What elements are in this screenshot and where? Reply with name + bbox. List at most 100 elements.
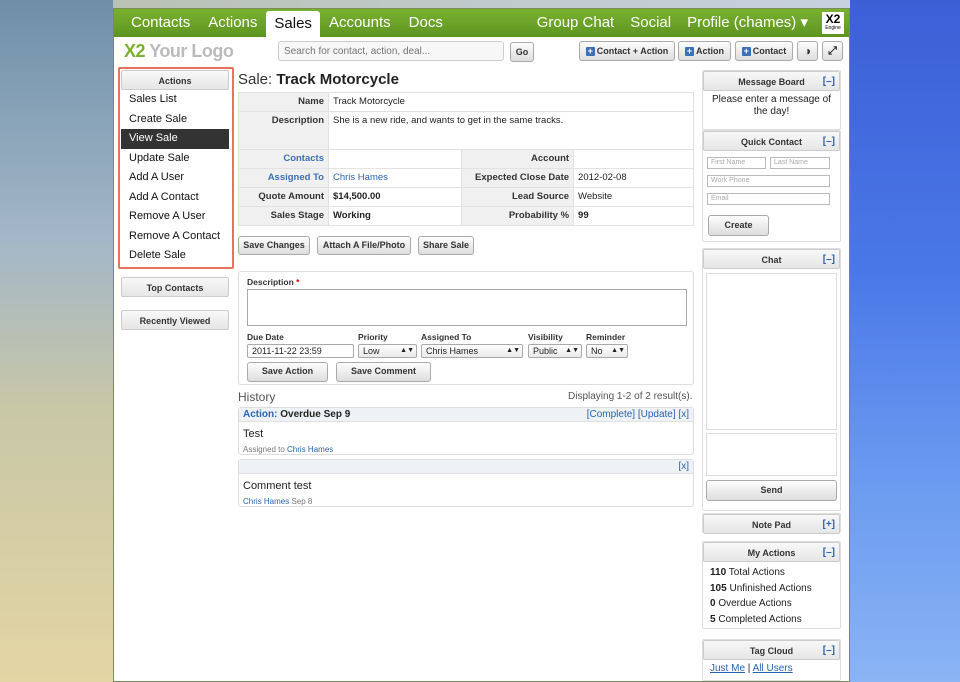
new-action-form: Description * Due Date 2011-11-22 23:59 … [238,271,694,385]
sidebar-item-create-sale[interactable]: Create Sale [121,110,229,130]
select-arrow-icon: ▲▼ [611,347,625,354]
select-arrow-icon: ▲▼ [506,347,520,354]
tab-contacts[interactable]: Contacts [122,9,199,37]
quote-amount-value: $14,500.00 [327,187,463,207]
contrast-icon[interactable]: ◑ [797,41,818,61]
go-button[interactable]: Go [510,42,534,62]
sidebar-item-delete-sale[interactable]: Delete Sale [121,246,229,266]
history-item-comment: [x] Comment test Chris Hames Sep 8 [238,459,694,507]
contact-action-label: Contact + Action [596,46,669,56]
tab-group-chat[interactable]: Group Chat [529,9,623,37]
attach-file-button[interactable]: Attach A File/Photo [317,236,411,255]
message-of-day: Please enter a message of the day! [712,94,831,117]
assigned-to-value[interactable]: Chris Hames [327,168,463,188]
fullscreen-icon[interactable]: ⤢ [822,41,843,61]
plus-icon: + [585,46,595,56]
x2-engine-logo[interactable]: X2 Engine [822,12,844,34]
lead-source-value: Website [573,187,694,207]
comment-user-link[interactable]: Chris Hames [243,497,289,506]
last-name-field[interactable]: Last Name [770,157,830,169]
sidebar-item-remove-a-contact[interactable]: Remove A Contact [121,227,229,247]
save-action-button[interactable]: Save Action [247,362,328,382]
sidebar-item-remove-a-user[interactable]: Remove A User [121,207,229,227]
tab-sales[interactable]: Sales [266,11,320,37]
collapse-icon[interactable]: [–] [823,132,835,152]
form-description-label: Description * [247,277,299,287]
chat-input[interactable] [706,433,837,476]
contact-action-button[interactable]: + Contact + Action [579,41,675,61]
expand-icon[interactable]: [+] [823,515,836,535]
tag-cloud-filters: Just Me | All Users [703,660,840,677]
your-logo[interactable]: X2 Your Logo [124,41,234,62]
complete-link[interactable]: [Complete] [587,409,635,420]
visibility-label: Visibility [528,332,563,342]
stat-count: 110 [710,567,727,578]
work-phone-field[interactable]: Work Phone [707,175,830,187]
page-title: Sale: Track Motorcycle [238,71,399,88]
send-button[interactable]: Send [706,480,837,501]
sidebar-item-view-sale[interactable]: View Sale [121,129,229,149]
email-field[interactable]: Email [707,193,830,205]
profile-menu[interactable]: Profile (chames) ▾ [679,9,816,37]
action-label: Action [696,46,724,56]
action-button[interactable]: + Action [678,41,731,61]
sidebar-item-add-a-user[interactable]: Add A User [121,168,229,188]
assigned-to-label[interactable]: Assigned To [238,168,329,188]
tab-accounts[interactable]: Accounts [320,9,400,37]
update-link[interactable]: [Update] [638,409,676,420]
note-pad-header[interactable]: Note Pad [+] [703,514,840,534]
description-textarea[interactable] [247,289,687,326]
history-item-action: Action: Overdue Sep 9 [Complete] [Update… [238,407,694,455]
visibility-select[interactable]: Public ▲▼ [528,344,582,358]
priority-label: Priority [358,332,388,342]
contact-button[interactable]: + Contact [735,41,793,61]
first-name-field[interactable]: First Name [707,157,766,169]
due-date-input[interactable]: 2011-11-22 23:59 [247,344,354,358]
plus-icon: + [741,46,751,56]
form-desc-text: Description [247,277,294,287]
collapse-icon[interactable]: [–] [823,250,835,270]
sidebar-item-update-sale[interactable]: Update Sale [121,149,229,169]
history-title: History [238,390,276,404]
collapse-icon[interactable]: [–] [823,641,835,661]
assigned-to-select[interactable]: Chris Hames ▲▼ [421,344,523,358]
logo-mark: X2 [124,41,146,61]
top-contacts-header[interactable]: Top Contacts [121,277,229,297]
all-users-link[interactable]: All Users [753,663,793,674]
stat-label: Unfinished Actions [726,582,812,594]
sidebar-item-sales-list[interactable]: Sales List [121,90,229,110]
visibility-value: Public [533,346,558,356]
contacts-label[interactable]: Contacts [238,149,329,169]
share-sale-button[interactable]: Share Sale [418,236,474,255]
just-me-link[interactable]: Just Me [710,663,745,674]
priority-select[interactable]: Low ▲▼ [358,344,417,358]
save-changes-button[interactable]: Save Changes [238,236,310,255]
save-comment-button[interactable]: Save Comment [336,362,431,382]
recently-viewed-header[interactable]: Recently Viewed [121,310,229,330]
description-value: She is a new ride, and wants to get in t… [328,111,694,150]
delete-action-link[interactable]: [x] [678,409,689,420]
tab-actions[interactable]: Actions [199,9,266,37]
delete-comment-link[interactable]: [x] [678,460,689,474]
quick-contact-widget: Quick Contact [–] First Name Last Name Wo… [702,130,841,242]
create-button[interactable]: Create [708,215,769,236]
reminder-select[interactable]: No ▲▼ [586,344,628,358]
collapse-icon[interactable]: [–] [823,543,835,563]
search-input[interactable] [278,41,504,61]
required-mark: * [296,277,300,287]
priority-value: Low [363,346,380,356]
chat-messages[interactable] [706,273,837,430]
desktop-background-left [0,0,113,682]
tab-docs[interactable]: Docs [400,9,452,37]
my-actions-widget: My Actions [–] 110 Total Actions 105 Unfin… [702,541,841,629]
quote-amount-label: Quote Amount [238,187,329,207]
desktop-background-right [850,0,960,682]
action-user-link[interactable]: Chris Hames [287,445,333,454]
collapse-icon[interactable]: [–] [823,72,835,92]
name-value: Track Motorcycle [328,92,694,112]
sidebar-item-add-a-contact[interactable]: Add A Contact [121,188,229,208]
plus-icon: + [685,46,694,56]
brand-text: X2 [825,12,841,26]
comment-body: Comment test [243,480,312,492]
tab-social[interactable]: Social [622,9,679,37]
